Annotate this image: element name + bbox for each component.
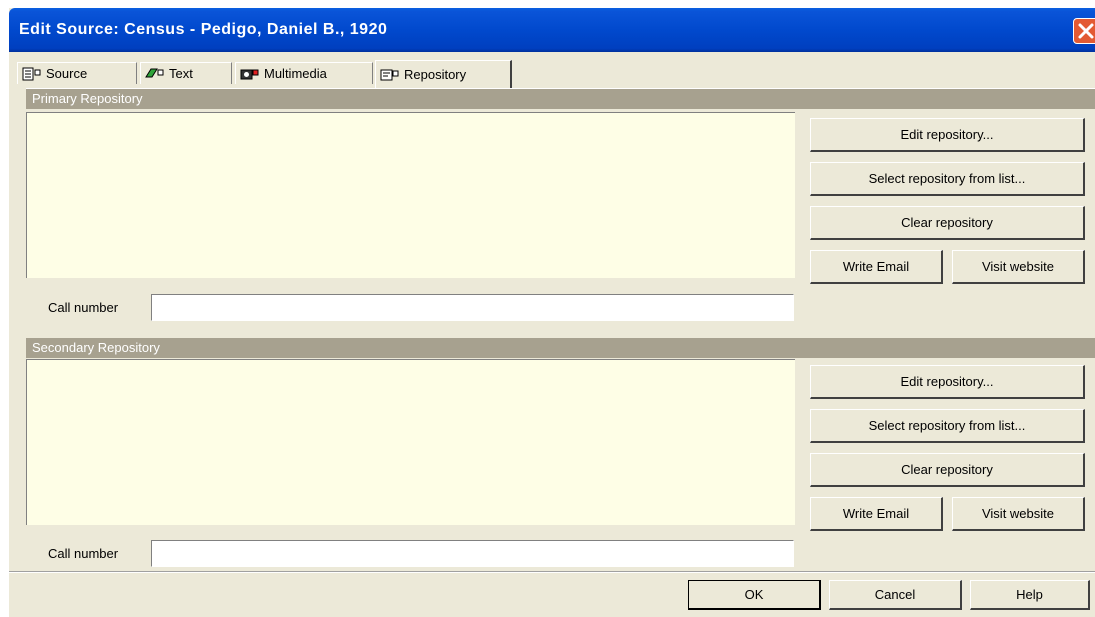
primary-call-number-label: Call number: [48, 300, 119, 315]
primary-visit-website-button[interactable]: Visit website: [952, 250, 1085, 284]
tab-repository-label: Repository: [404, 67, 467, 82]
tab-source-label: Source: [46, 66, 88, 81]
tab-source[interactable]: Source: [17, 62, 137, 84]
tab-multimedia[interactable]: Multimedia: [235, 62, 373, 84]
primary-select-repository-button[interactable]: Select repository from list...: [810, 162, 1085, 196]
tab-strip: Source Text Multimedia Repository: [17, 60, 717, 88]
secondary-clear-repository-button[interactable]: Clear repository: [810, 453, 1085, 487]
edit-source-dialog: Edit Source: Census - Pedigo, Daniel B.,…: [9, 8, 1095, 617]
primary-edit-repository-button[interactable]: Edit repository...: [810, 118, 1085, 152]
text-icon: [145, 68, 164, 77]
secondary-call-number-label: Call number: [48, 546, 119, 561]
primary-repository-header: Primary Repository: [26, 89, 1095, 109]
cancel-button[interactable]: Cancel: [829, 580, 962, 610]
repository-panel: Primary Repository Edit repository... Se…: [26, 88, 1095, 571]
camera-icon: [240, 69, 259, 79]
footer-separator: [9, 571, 1095, 573]
title-bar[interactable]: Edit Source: Census - Pedigo, Daniel B.,…: [9, 8, 1095, 52]
ok-button[interactable]: OK: [688, 580, 821, 610]
help-button[interactable]: Help: [970, 580, 1090, 610]
tab-multimedia-label: Multimedia: [264, 66, 327, 81]
secondary-call-number-input[interactable]: [151, 540, 794, 567]
window-title: Edit Source: Census - Pedigo, Daniel B.,…: [19, 21, 388, 38]
secondary-repository-box[interactable]: [26, 359, 795, 525]
secondary-repository-header: Secondary Repository: [26, 338, 1095, 358]
secondary-visit-website-button[interactable]: Visit website: [952, 497, 1085, 531]
primary-write-email-button[interactable]: Write Email: [810, 250, 943, 284]
tab-text-label: Text: [169, 66, 193, 81]
repository-icon: [380, 69, 399, 80]
primary-call-number-input[interactable]: [151, 294, 794, 321]
close-button[interactable]: [1073, 18, 1095, 44]
tab-repository[interactable]: Repository: [375, 60, 512, 88]
tab-text[interactable]: Text: [140, 62, 232, 84]
close-icon: [1078, 23, 1094, 39]
secondary-write-email-button[interactable]: Write Email: [810, 497, 943, 531]
secondary-edit-repository-button[interactable]: Edit repository...: [810, 365, 1085, 399]
primary-repository-box[interactable]: [26, 112, 795, 278]
source-icon: [22, 67, 41, 80]
primary-clear-repository-button[interactable]: Clear repository: [810, 206, 1085, 240]
secondary-select-repository-button[interactable]: Select repository from list...: [810, 409, 1085, 443]
